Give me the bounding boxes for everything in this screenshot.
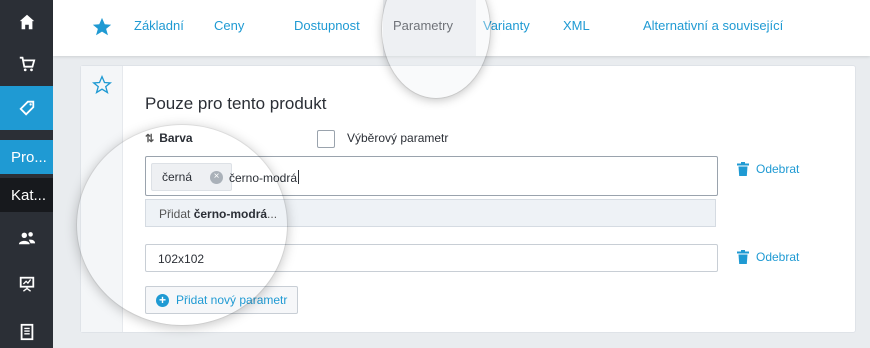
add-button-label: Přidat nový parametr [176,293,288,307]
sidebar-item-products[interactable] [0,86,53,130]
section-title: Pouze pro tento produkt [145,94,327,113]
book-icon [20,323,33,341]
parameters-card: Pouze pro tento produkt ⇅ Barva Výběrový… [80,65,856,333]
suggestion-value: černo-modrá [193,207,268,221]
tag-icon [18,100,34,116]
tab-varianty[interactable]: Varianty [483,18,530,33]
param-label-text: Barva [159,131,193,145]
value-field-rozmer[interactable]: 102x102 [145,244,718,272]
tab-alternativni[interactable]: Alternativní a související [643,18,783,33]
star-icon[interactable] [91,16,113,38]
typed-value: černo-modrá [229,170,300,185]
remove-param-barva-button[interactable]: Odebrat [737,162,799,176]
tab-bar: Základní Ceny Dostupnost Parametry Varia… [53,0,870,56]
sidebar-item-marketing[interactable] [0,262,53,306]
sidebar-item-content[interactable] [0,310,53,348]
card-gutter [81,66,123,332]
sidebar: Pro... Kat... [0,0,53,348]
tab-xml[interactable]: XML [563,18,590,33]
suggestion-prefix: Přidat [159,207,194,221]
cart-icon [19,56,35,72]
sidebar-item-pro[interactable]: Pro... [0,140,53,174]
add-parameter-button[interactable]: + Přidat nový parametr [145,286,299,314]
remove-param-rozmer-button[interactable]: Odebrat [737,250,799,264]
star-outline-icon[interactable] [92,75,112,95]
value-chip: černá × [151,163,233,191]
tab-dostupnost[interactable]: Dostupnost [294,18,360,33]
chip-label: černá [162,170,193,184]
selectable-parameter-checkbox[interactable] [317,130,335,148]
typed-text: černo-modrá [229,171,298,185]
tab-ceny[interactable]: Ceny [214,18,244,33]
checkbox-label: Výběrový parametr [347,131,449,145]
users-icon [18,232,35,245]
sidebar-item-kat[interactable]: Kat... [0,178,53,212]
sort-icon[interactable]: ⇅ [145,132,154,145]
tab-parametry[interactable]: Parametry [393,18,453,33]
plus-circle-icon: + [156,293,169,307]
remove-label: Odebrat [756,250,800,264]
presentation-icon [19,276,34,292]
chip-remove-icon[interactable]: × [210,170,224,184]
home-icon [19,14,34,30]
param-label-barva: ⇅ Barva [145,131,193,145]
values-tag-input[interactable]: černá × černo-modrá [145,156,718,196]
text-caret [298,170,300,184]
sidebar-item-customers[interactable] [0,216,53,260]
sidebar-item-home[interactable] [0,0,53,44]
trash-icon [737,250,749,264]
add-suggestion-item[interactable]: Přidat černo-modrá... [145,199,716,227]
suggestion-suffix: ... [267,207,278,221]
trash-icon [737,162,749,176]
tab-zakladni[interactable]: Základní [134,18,184,33]
sidebar-item-orders[interactable] [0,42,53,86]
remove-label: Odebrat [756,162,800,176]
